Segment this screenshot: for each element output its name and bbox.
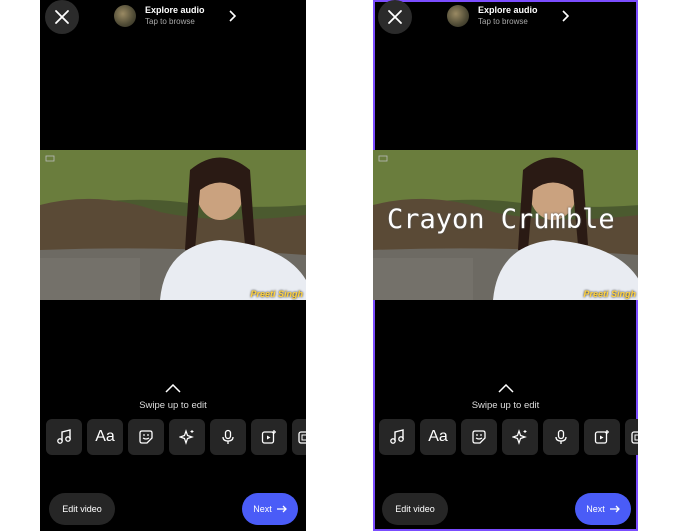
explore-audio-chip[interactable]: Explore audio Tap to browse <box>447 5 569 27</box>
audio-thumbnail <box>447 5 469 27</box>
video-preview[interactable]: Preeti Singh <box>40 150 306 300</box>
video-frame <box>40 150 306 300</box>
edit-toolbar: Aa <box>46 419 306 455</box>
audio-subtitle: Tap to browse <box>478 17 528 26</box>
next-label: Next <box>586 504 605 514</box>
next-button[interactable]: Next <box>242 493 298 525</box>
explore-audio-chip[interactable]: Explore audio Tap to browse <box>114 5 236 27</box>
swipe-up-hint[interactable]: Swipe up to edit <box>373 380 638 411</box>
text-tool-button[interactable]: Aa <box>420 419 456 455</box>
audio-title: Explore audio <box>478 5 538 15</box>
microphone-icon <box>555 429 567 444</box>
swipe-label: Swipe up to edit <box>139 400 207 411</box>
add-clip-tool-button[interactable] <box>584 419 620 455</box>
music-note-icon <box>390 429 404 444</box>
sticker-tool-button[interactable] <box>128 419 164 455</box>
effects-sparkle-icon <box>179 429 194 445</box>
sticker-icon <box>139 430 153 444</box>
overlay-icon <box>631 431 638 444</box>
next-label: Next <box>253 504 272 514</box>
text-tool-label: Aa <box>95 428 115 445</box>
close-icon <box>388 10 402 24</box>
audio-title: Explore audio <box>145 5 205 15</box>
text-tool-button[interactable]: Aa <box>87 419 123 455</box>
audio-thumbnail <box>114 5 136 27</box>
edit-toolbar: Aa <box>379 419 638 455</box>
close-icon <box>55 10 69 24</box>
video-watermark: Preeti Singh <box>250 289 303 299</box>
voiceover-tool-button[interactable] <box>210 419 246 455</box>
text-overlay[interactable]: Crayon Crumble <box>387 204 615 235</box>
edit-video-button[interactable]: Edit video <box>382 493 448 525</box>
overlay-tool-button[interactable] <box>625 419 638 455</box>
overlay-tool-button[interactable] <box>292 419 306 455</box>
video-watermark: Preeti Singh <box>583 289 636 299</box>
chevron-right-icon <box>228 10 236 22</box>
music-tool-button[interactable] <box>379 419 415 455</box>
edit-video-button[interactable]: Edit video <box>49 493 115 525</box>
arrow-right-icon <box>609 505 620 513</box>
effects-tool-button[interactable] <box>169 419 205 455</box>
overlay-icon <box>298 431 306 444</box>
clip-add-icon <box>594 430 609 444</box>
swipe-up-hint[interactable]: Swipe up to edit <box>40 380 306 411</box>
music-note-icon <box>57 429 71 444</box>
chevron-right-icon <box>561 10 569 22</box>
effects-sparkle-icon <box>512 429 527 445</box>
clip-add-icon <box>261 430 276 444</box>
microphone-icon <box>222 429 234 444</box>
close-button[interactable] <box>378 0 412 34</box>
close-button[interactable] <box>45 0 79 34</box>
sticker-icon <box>472 430 486 444</box>
chevron-up-icon <box>497 383 514 393</box>
left-phone-screen: Explore audio Tap to browse Preeti Singh… <box>40 0 306 531</box>
video-preview[interactable]: Crayon Crumble Preeti Singh <box>373 150 638 300</box>
sticker-tool-button[interactable] <box>461 419 497 455</box>
effects-tool-button[interactable] <box>502 419 538 455</box>
arrow-right-icon <box>276 505 287 513</box>
audio-subtitle: Tap to browse <box>145 17 195 26</box>
voiceover-tool-button[interactable] <box>543 419 579 455</box>
text-tool-label: Aa <box>428 428 448 445</box>
add-clip-tool-button[interactable] <box>251 419 287 455</box>
swipe-label: Swipe up to edit <box>471 400 540 411</box>
right-phone-screen: Explore audio Tap to browse Crayon Crumb… <box>373 0 638 531</box>
music-tool-button[interactable] <box>46 419 82 455</box>
chevron-up-icon <box>165 383 181 393</box>
next-button[interactable]: Next <box>575 493 631 525</box>
